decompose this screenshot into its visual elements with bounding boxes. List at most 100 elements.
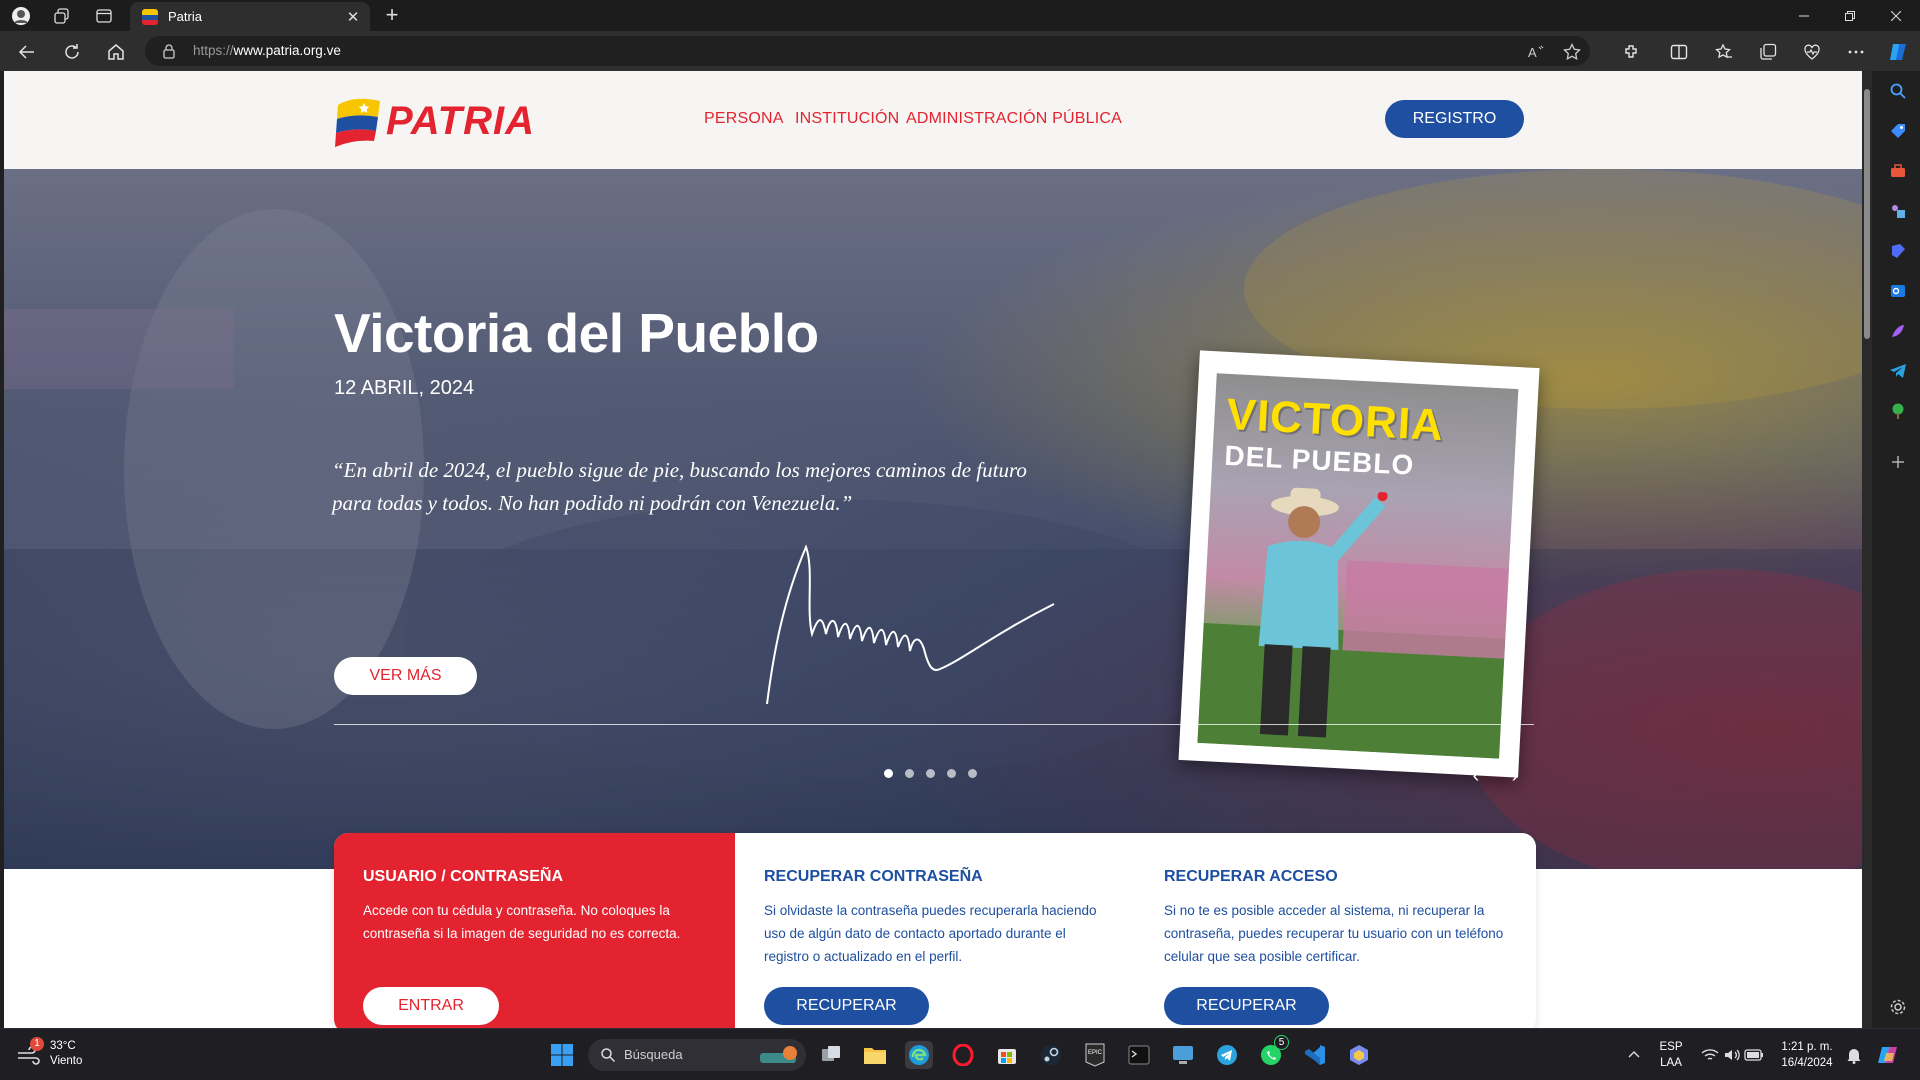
- recover-access-title: RECUPERAR ACCESO: [1164, 868, 1338, 885]
- scrollbar-thumb[interactable]: [1864, 89, 1870, 339]
- refresh-icon[interactable]: [58, 38, 86, 66]
- entrar-button[interactable]: ENTRAR: [363, 987, 499, 1025]
- clock[interactable]: 1:21 p. m. 16/4/2024: [1774, 1039, 1840, 1071]
- browser-essentials-icon[interactable]: [1798, 38, 1826, 66]
- weather-text: 33°C Viento: [50, 1039, 82, 1069]
- language-indicator[interactable]: ESP LAA: [1656, 1039, 1686, 1071]
- copilot-icon[interactable]: [1884, 38, 1912, 66]
- new-tab-icon[interactable]: +: [381, 4, 403, 27]
- edge-taskbar-icon[interactable]: [905, 1041, 933, 1069]
- carousel-dot-5[interactable]: [968, 769, 977, 778]
- task-view-icon[interactable]: [817, 1041, 845, 1069]
- hero-poster-image[interactable]: VICTORIA DEL PUEBLO: [1178, 350, 1540, 778]
- epic-games-icon[interactable]: EPIC: [1081, 1041, 1109, 1069]
- weather-widget[interactable]: 1 33°C Viento: [16, 1037, 82, 1069]
- carousel-dot-4[interactable]: [947, 769, 956, 778]
- file-explorer-icon[interactable]: [861, 1041, 889, 1069]
- whatsapp-icon[interactable]: 5: [1257, 1035, 1289, 1069]
- sidebar-search-icon[interactable]: [1886, 79, 1910, 103]
- sidebar-add-icon[interactable]: [1886, 450, 1910, 474]
- extensions-icon[interactable]: [1617, 38, 1645, 66]
- search-placeholder: Búsqueda: [624, 1047, 683, 1062]
- weather-desc: Viento: [50, 1055, 83, 1067]
- restore-icon[interactable]: [1827, 0, 1873, 31]
- taskbar-search[interactable]: Búsqueda: [588, 1039, 806, 1071]
- patria-logo[interactable]: PATRIA: [334, 95, 535, 147]
- recover-password-button[interactable]: RECUPERAR: [764, 987, 929, 1025]
- sidebar-telegram-icon[interactable]: [1886, 359, 1910, 383]
- poster-photo: VICTORIA DEL PUEBLO: [1197, 373, 1519, 759]
- address-bar[interactable]: https://www.patria.org.ve A: [145, 36, 1590, 66]
- steam-icon[interactable]: [1037, 1041, 1065, 1069]
- close-window-icon[interactable]: [1873, 0, 1919, 31]
- microsoft-store-icon[interactable]: [993, 1041, 1021, 1069]
- show-hidden-icons-icon[interactable]: [1620, 1041, 1648, 1069]
- nav-persona[interactable]: PERSONA: [704, 110, 784, 128]
- favorites-icon[interactable]: [1710, 38, 1738, 66]
- vscode-icon[interactable]: [1301, 1041, 1329, 1069]
- minimize-icon[interactable]: [1781, 0, 1827, 31]
- read-aloud-icon[interactable]: A: [1527, 43, 1545, 61]
- home-icon[interactable]: [102, 38, 130, 66]
- back-icon[interactable]: [13, 38, 41, 66]
- close-tab-icon[interactable]: ✕: [342, 6, 364, 28]
- wind-icon: 1: [16, 1037, 44, 1067]
- sidebar-shopping-icon[interactable]: [1886, 119, 1910, 143]
- recover-access-button[interactable]: RECUPERAR: [1164, 987, 1329, 1025]
- carousel-next-icon[interactable]: ›: [1505, 766, 1525, 787]
- sidebar-settings-icon[interactable]: [1886, 995, 1910, 1019]
- carousel-dot-2[interactable]: [905, 769, 914, 778]
- login-card-text: Accede con tu cédula y contraseña. No co…: [363, 903, 681, 941]
- favorite-star-icon[interactable]: [1563, 43, 1581, 61]
- carousel-dot-3[interactable]: [926, 769, 935, 778]
- sidebar-copilot-icon[interactable]: [1886, 239, 1910, 263]
- collections-icon[interactable]: [1754, 38, 1782, 66]
- more-options-icon[interactable]: [1842, 38, 1870, 66]
- clock-date: 16/4/2024: [1781, 1057, 1833, 1069]
- login-card: USUARIO / CONTRASEÑA Accede con tu cédul…: [334, 833, 735, 1028]
- carousel-dot-1[interactable]: [884, 769, 893, 778]
- recover-access-text: Si no te es posible acceder al sistema, …: [1164, 903, 1504, 964]
- svg-text:A: A: [1528, 45, 1537, 60]
- page-scrollbar[interactable]: [1862, 71, 1872, 1028]
- vertical-tabs-icon[interactable]: [93, 5, 115, 27]
- sidebar-designer-icon[interactable]: [1886, 319, 1910, 343]
- split-screen-icon[interactable]: [1665, 38, 1693, 66]
- profile-avatar-icon[interactable]: [10, 5, 32, 27]
- sidebar-tree-icon[interactable]: [1886, 399, 1910, 423]
- ver-mas-button[interactable]: VER MÁS: [334, 657, 477, 695]
- remote-desktop-icon[interactable]: [1169, 1041, 1197, 1069]
- registro-button[interactable]: REGISTRO: [1385, 100, 1524, 138]
- search-icon: [601, 1048, 616, 1063]
- patria-flag-icon: [335, 98, 380, 147]
- login-card-title: USUARIO / CONTRASEÑA: [363, 868, 564, 885]
- lock-icon[interactable]: [161, 43, 177, 59]
- carousel-indicators: [884, 769, 977, 778]
- start-button[interactable]: [548, 1041, 576, 1069]
- nav-institucion[interactable]: INSTITUCIÓN: [795, 110, 899, 128]
- recover-access-card: RECUPERAR ACCESO Si no te es posible acc…: [1135, 833, 1536, 1028]
- tab-title: Patria: [168, 9, 202, 24]
- signature-image: [766, 544, 1055, 705]
- language-code: ESP: [1659, 1041, 1683, 1053]
- weather-badge: 1: [30, 1037, 44, 1051]
- terminal-icon[interactable]: [1125, 1041, 1153, 1069]
- sidebar-outlook-icon[interactable]: [1886, 279, 1910, 303]
- workspaces-icon[interactable]: [51, 5, 73, 27]
- copilot-taskbar-icon[interactable]: [1875, 1041, 1903, 1069]
- hero-quote: “En abril de 2024, el pueblo sigue de pi…: [332, 458, 1027, 515]
- telegram-icon[interactable]: [1213, 1041, 1241, 1069]
- notifications-icon[interactable]: [1840, 1041, 1868, 1069]
- poster-figure-image: [1197, 487, 1509, 759]
- app-cube-icon[interactable]: [1345, 1041, 1373, 1069]
- nav-administracion-publica[interactable]: ADMINISTRACIÓN PÚBLICA: [906, 110, 1122, 128]
- browser-title-bar: Patria ✕ +: [0, 0, 1920, 31]
- tab-patria[interactable]: Patria ✕: [130, 2, 370, 31]
- sidebar-games-icon[interactable]: [1886, 199, 1910, 223]
- hero-carousel: Victoria del Pueblo 12 ABRIL, 2024 “En a…: [4, 169, 1862, 869]
- battery-icon[interactable]: [1740, 1041, 1768, 1069]
- carousel-prev-icon[interactable]: ‹: [1466, 766, 1486, 787]
- hero-divider: [334, 724, 1534, 725]
- opera-icon[interactable]: [949, 1041, 977, 1069]
- sidebar-tools-icon[interactable]: [1886, 159, 1910, 183]
